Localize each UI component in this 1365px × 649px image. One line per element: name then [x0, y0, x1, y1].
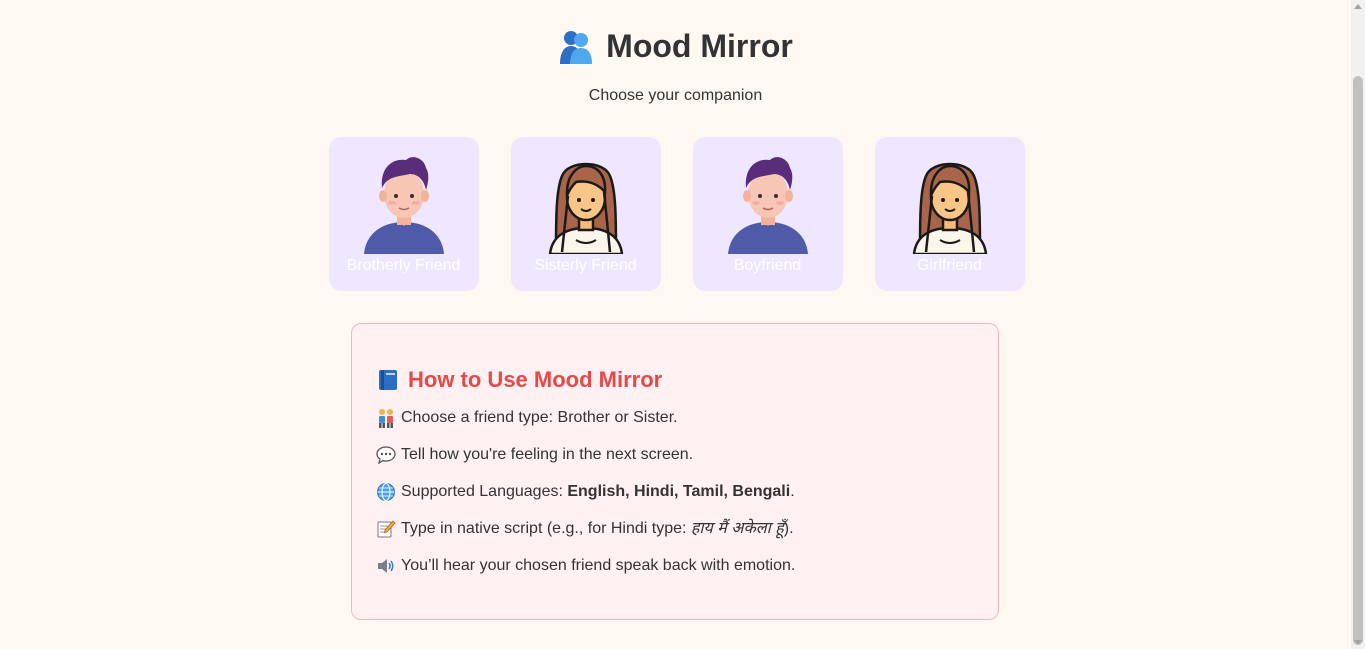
instruction-list: Choose a friend type: Brother or Sister.… — [376, 408, 974, 576]
two-people-icon — [379, 409, 393, 428]
female-avatar-icon — [536, 152, 636, 254]
scroll-down-arrow-icon[interactable] — [1354, 640, 1362, 645]
list-item: Type in native script (e.g., for Hindi t… — [376, 519, 974, 539]
list-item-text: Tell how you're feeling in the next scre… — [401, 446, 694, 463]
list-item: Tell how you're feeling in the next scre… — [376, 445, 974, 465]
blue-book-icon — [379, 370, 397, 390]
how-to-use-panel: How to Use Mood Mirror Choose a friend t… — [351, 323, 999, 620]
list-item: Choose a friend type: Brother or Sister. — [376, 408, 974, 428]
list-item-text: Choose a friend type: Brother or Sister. — [401, 409, 678, 426]
card-label: Girlfriend — [917, 257, 982, 274]
list-item: You’ll hear your chosen friend speak bac… — [376, 556, 974, 576]
hindi-example: हाय मैं अकेला हूँ — [690, 520, 784, 537]
card-label: Brotherly Friend — [346, 257, 461, 274]
female-avatar-icon — [900, 152, 1000, 254]
companion-card-girlfriend[interactable]: Girlfriend — [874, 137, 1025, 291]
page-title: Mood Mirror — [606, 28, 793, 64]
header: Mood Mirror Choose your companion — [0, 0, 1351, 105]
vertical-scrollbar[interactable] — [1351, 0, 1365, 649]
companion-cards: Brotherly Friend Sisterly Friend Boyfrie… — [2, 137, 1351, 291]
globe-icon — [377, 483, 395, 501]
page: Mood Mirror Choose your companion Brothe… — [0, 0, 1351, 649]
page-subtitle: Choose your companion — [588, 87, 763, 104]
memo-icon — [377, 520, 396, 538]
scrollbar-thumb[interactable] — [1353, 76, 1363, 645]
languages-list: English, Hindi, Tamil, Bengali — [567, 483, 791, 500]
male-avatar-icon — [718, 152, 818, 254]
list-item: Supported Languages: English, Hindi, Tam… — [376, 482, 974, 502]
info-heading: How to Use Mood Mirror — [376, 366, 974, 394]
card-label: Sisterly Friend — [534, 257, 637, 274]
companion-card-brotherly-friend[interactable]: Brotherly Friend — [328, 137, 479, 291]
speech-bubble-icon — [376, 446, 396, 465]
card-label: Boyfriend — [733, 257, 802, 274]
male-avatar-icon — [354, 152, 454, 254]
title-row: Mood Mirror — [0, 26, 1351, 66]
people-hugging-icon — [560, 31, 593, 64]
companion-card-sisterly-friend[interactable]: Sisterly Friend — [510, 137, 661, 291]
list-item-text: Supported Languages: English, Hindi, Tam… — [401, 483, 795, 500]
info-title: How to Use Mood Mirror — [408, 367, 663, 392]
scroll-up-arrow-icon[interactable] — [1354, 4, 1362, 9]
list-item-text: Type in native script (e.g., for Hindi t… — [401, 520, 794, 537]
list-item-text: You’ll hear your chosen friend speak bac… — [401, 557, 796, 574]
companion-card-boyfriend[interactable]: Boyfriend — [692, 137, 843, 291]
speaker-icon — [378, 559, 394, 573]
